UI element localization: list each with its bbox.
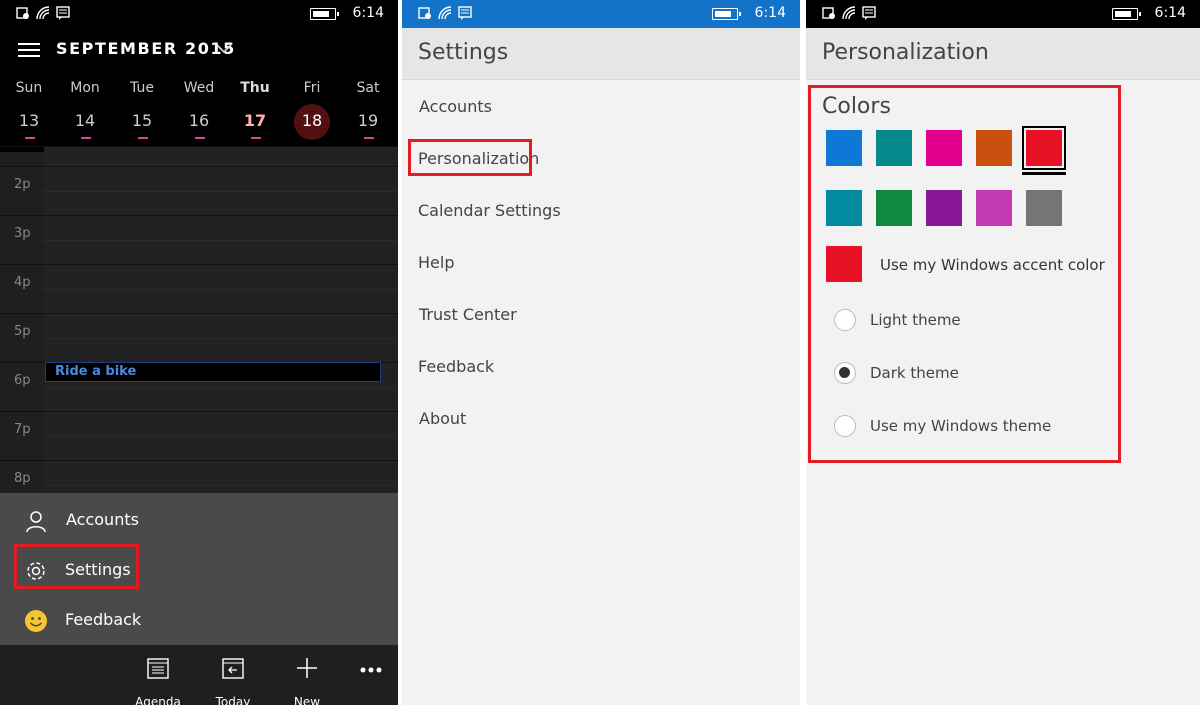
hour-label: 3p: [14, 226, 31, 241]
week-strip: Sun 13 Mon 14 Tue 15 Wed 16 Thu 17 Fri 18 Sat 1…: [0, 52, 398, 139]
battery-icon: [1112, 8, 1141, 20]
event-marker: [195, 137, 205, 139]
status-time: 6:14: [1154, 5, 1186, 21]
wifi-icon: [36, 6, 50, 20]
menu-item-label: Feedback: [65, 610, 142, 629]
event-marker: [25, 137, 35, 139]
time-row[interactable]: 3p: [0, 215, 398, 264]
app-bar: Agenda Today New: [0, 645, 398, 705]
settings-item-help[interactable]: Help: [418, 253, 454, 272]
time-row[interactable]: [0, 146, 398, 166]
settings-item-accounts[interactable]: Accounts: [419, 97, 492, 116]
day-fri[interactable]: Fri 18: [284, 80, 340, 132]
notification-icon: [822, 7, 835, 19]
page-title: Settings: [418, 40, 509, 65]
hour-label: 5p: [14, 324, 31, 339]
event-ride-a-bike[interactable]: Ride a bike: [45, 362, 381, 382]
day-tue[interactable]: Tue 15: [114, 80, 170, 139]
person-icon: [26, 511, 46, 533]
more-options-icon[interactable]: [360, 667, 382, 673]
time-row[interactable]: 7p: [0, 411, 398, 460]
personalization-panel: 6:14 Personalization Colors Use my Windo…: [806, 0, 1200, 705]
settings-item-calendar-settings[interactable]: Calendar Settings: [418, 201, 561, 220]
settings-highlight-box: [14, 544, 139, 589]
menu-item-label: Accounts: [66, 510, 139, 529]
page-header: Personalization: [806, 28, 1200, 80]
status-bar: 6:14: [0, 0, 398, 28]
hour-label: 7p: [14, 422, 31, 437]
status-bar: 6:14: [402, 0, 800, 28]
day-sun[interactable]: Sun 13: [1, 80, 57, 139]
day-sat[interactable]: Sat 19: [340, 80, 396, 139]
wifi-icon: [842, 6, 856, 20]
battery-icon: [712, 8, 741, 20]
status-time: 6:14: [352, 5, 384, 21]
status-time: 6:14: [754, 5, 786, 21]
agenda-button[interactable]: Agenda: [128, 657, 188, 705]
settings-panel: 6:14 Settings Accounts Personalization C…: [402, 0, 800, 705]
menu-item-accounts[interactable]: Accounts: [0, 495, 398, 545]
hour-label: 4p: [14, 275, 31, 290]
event-marker: [251, 137, 261, 139]
message-icon: [862, 6, 876, 20]
today-icon: [222, 658, 244, 679]
day-grid[interactable]: 2p 3p 4p 5p 6p 7p 8p Ride a bike: [0, 146, 398, 509]
hour-label: 2p: [14, 177, 31, 192]
time-row[interactable]: 4p: [0, 264, 398, 313]
settings-item-feedback[interactable]: Feedback: [418, 357, 494, 376]
menu-item-feedback[interactable]: Feedback: [0, 595, 398, 645]
event-marker: [364, 137, 374, 139]
wifi-icon: [438, 6, 452, 20]
hour-label: 6p: [14, 373, 31, 388]
today-button[interactable]: Today: [203, 657, 263, 705]
day-wed[interactable]: Wed 16: [171, 80, 227, 139]
time-row[interactable]: 5p: [0, 313, 398, 362]
day-mon[interactable]: Mon 14: [57, 80, 113, 139]
agenda-icon: [147, 658, 169, 679]
new-button[interactable]: New: [277, 657, 337, 705]
event-marker: [81, 137, 91, 139]
page-title: Personalization: [822, 40, 989, 65]
page-header: Settings: [402, 28, 800, 80]
settings-item-about[interactable]: About: [419, 409, 466, 428]
event-marker: [138, 137, 148, 139]
personalization-highlight-box: [408, 139, 532, 176]
battery-icon: [310, 8, 339, 20]
status-bar: 6:14: [806, 0, 1200, 28]
calendar-panel: 6:14 SEPTEMBER 2015 Sun 13 Mon 14 Tue 15 We…: [0, 0, 398, 705]
day-thu[interactable]: Thu 17: [227, 80, 283, 139]
message-icon: [56, 6, 70, 20]
colors-section-highlight-box: [808, 85, 1121, 463]
time-row[interactable]: 2p: [0, 166, 398, 215]
smiley-icon: [25, 610, 47, 632]
message-icon: [458, 6, 472, 20]
notification-icon: [16, 7, 29, 19]
notification-icon: [418, 7, 431, 19]
hour-label: 8p: [14, 471, 31, 486]
settings-item-trust-center[interactable]: Trust Center: [419, 305, 517, 324]
plus-icon: [297, 658, 317, 678]
